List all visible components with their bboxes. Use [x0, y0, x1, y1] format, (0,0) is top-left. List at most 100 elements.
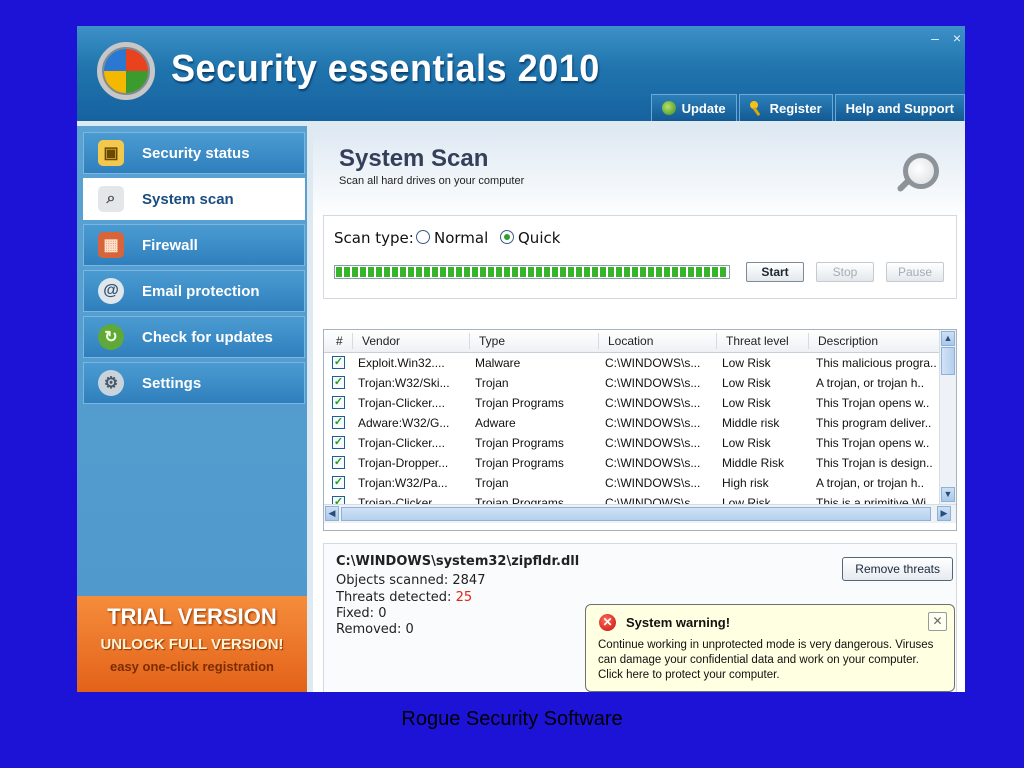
table-row[interactable]: ✓ Trojan-Clicker.... Trojan Programs C:\…: [324, 393, 940, 413]
type-cell: Trojan Programs: [475, 496, 564, 504]
security-logo-icon: [97, 42, 155, 100]
vertical-scrollbar[interactable]: ▲ ▼: [939, 330, 956, 504]
table-row[interactable]: ✓ Trojan-Dropper... Trojan Programs C:\W…: [324, 453, 940, 473]
horizontal-scroll-thumb[interactable]: [341, 507, 931, 521]
threat-level-cell: Middle Risk: [722, 456, 785, 470]
scroll-up-icon[interactable]: ▲: [941, 331, 955, 346]
table-row[interactable]: ✓ Trojan:W32/Pa... Trojan C:\WINDOWS\s..…: [324, 473, 940, 493]
scroll-right-icon[interactable]: ▶: [937, 506, 951, 521]
start-button[interactable]: Start: [746, 262, 804, 282]
type-cell: Trojan Programs: [475, 436, 564, 450]
sidebar-item-label: Firewall: [142, 236, 198, 254]
column-divider: [352, 333, 353, 349]
column-header-number[interactable]: #: [336, 334, 343, 348]
row-checkbox[interactable]: ✓: [332, 456, 345, 469]
fixed-count: Fixed: 0: [336, 606, 386, 621]
column-header-description[interactable]: Description: [818, 334, 878, 348]
trial-banner[interactable]: TRIAL VERSION UNLOCK FULL VERSION! easy …: [77, 596, 307, 692]
scroll-down-icon[interactable]: ▼: [941, 487, 955, 502]
radio-quick-label[interactable]: Quick: [518, 229, 560, 247]
magnifier-icon: [903, 153, 939, 189]
location-cell: C:\WINDOWS\s...: [605, 436, 701, 450]
scroll-thumb[interactable]: [941, 347, 955, 375]
close-button[interactable]: ×: [953, 30, 961, 46]
type-cell: Trojan: [475, 476, 509, 490]
removed-value: 0: [405, 622, 414, 637]
description-cell: A trojan, or trojan h..: [816, 376, 925, 390]
column-header-type[interactable]: Type: [479, 334, 505, 348]
key-icon: [749, 101, 764, 115]
sidebar-item-settings[interactable]: ⚙ Settings: [83, 362, 305, 404]
threat-level-cell: Low Risk: [722, 356, 771, 370]
register-tab[interactable]: Register: [738, 94, 833, 121]
sidebar-item-system-scan[interactable]: ⌕ System scan: [83, 178, 305, 220]
type-cell: Trojan: [475, 376, 509, 390]
row-checkbox[interactable]: ✓: [332, 416, 345, 429]
remove-threats-button[interactable]: Remove threats: [842, 557, 953, 581]
window-controls: – ×: [921, 30, 961, 46]
help-support-tab[interactable]: Help and Support: [834, 94, 965, 121]
radio-normal[interactable]: [416, 230, 430, 244]
gear-icon: ⚙: [98, 370, 124, 396]
description-cell: This Trojan opens w..: [816, 436, 930, 450]
scan-progress-bar: [334, 265, 730, 279]
radio-quick[interactable]: [500, 230, 514, 244]
row-checkbox[interactable]: ✓: [332, 356, 345, 369]
column-header-threat-level[interactable]: Threat level: [726, 334, 789, 348]
column-divider: [716, 333, 717, 349]
radio-normal-label[interactable]: Normal: [434, 229, 488, 247]
stop-button[interactable]: Stop: [816, 262, 874, 282]
vendor-cell: Trojan-Clicker....: [358, 496, 445, 504]
location-cell: C:\WINDOWS\s...: [605, 476, 701, 490]
update-icon: ↻: [98, 324, 124, 350]
row-checkbox[interactable]: ✓: [332, 396, 345, 409]
description-cell: This program deliver..: [816, 416, 932, 430]
vendor-cell: Trojan-Clicker....: [358, 436, 445, 450]
column-header-vendor[interactable]: Vendor: [362, 334, 400, 348]
close-icon[interactable]: ✕: [928, 612, 947, 631]
sidebar-item-firewall[interactable]: ▦ Firewall: [83, 224, 305, 266]
threat-level-cell: High risk: [722, 476, 769, 490]
table-row[interactable]: ✓ Trojan-Clicker.... Trojan Programs C:\…: [324, 433, 940, 453]
table-row[interactable]: ✓ Trojan:W32/Ski... Trojan C:\WINDOWS\s.…: [324, 373, 940, 393]
vendor-cell: Trojan:W32/Pa...: [358, 476, 448, 490]
description-cell: This Trojan is design..: [816, 456, 933, 470]
update-tab[interactable]: Update: [650, 94, 737, 121]
description-cell: This malicious progra..: [816, 356, 937, 370]
register-tab-label: Register: [769, 100, 822, 116]
column-header-location[interactable]: Location: [608, 334, 653, 348]
row-checkbox[interactable]: ✓: [332, 476, 345, 489]
threat-level-cell: Low Risk: [722, 436, 771, 450]
current-file-path: C:\WINDOWS\system32\zipfldr.dll: [336, 554, 580, 569]
row-checkbox[interactable]: ✓: [332, 496, 345, 504]
removed-label: Removed:: [336, 622, 406, 637]
update-icon: [661, 101, 676, 115]
row-checkbox[interactable]: ✓: [332, 436, 345, 449]
table-body: ✓ Exploit.Win32.... Malware C:\WINDOWS\s…: [324, 353, 940, 504]
pause-button[interactable]: Pause: [886, 262, 944, 282]
table-row[interactable]: ✓ Adware:W32/G... Adware C:\WINDOWS\s...…: [324, 413, 940, 433]
unlock-link[interactable]: UNLOCK FULL VERSION!: [77, 636, 307, 653]
threats-detected-label: Threats detected:: [336, 590, 456, 605]
warning-message[interactable]: Continue working in unprotected mode is …: [598, 638, 946, 683]
scroll-left-icon[interactable]: ◀: [325, 506, 339, 521]
sidebar-item-check-for-updates[interactable]: ↻ Check for updates: [83, 316, 305, 358]
error-icon: ✕: [599, 614, 616, 631]
fixed-label: Fixed:: [336, 606, 379, 621]
objects-scanned-label: Objects scanned:: [336, 573, 453, 588]
horizontal-scrollbar[interactable]: ◀ ▶: [324, 504, 956, 523]
objects-scanned-value: 2847: [452, 573, 486, 588]
table-row[interactable]: ✓ Exploit.Win32.... Malware C:\WINDOWS\s…: [324, 353, 940, 373]
sidebar-item-email-protection[interactable]: @ Email protection: [83, 270, 305, 312]
top-navigation: Update Register Help and Support: [650, 94, 965, 121]
column-divider: [808, 333, 809, 349]
column-divider: [469, 333, 470, 349]
table-row[interactable]: ✓ Trojan-Clicker.... Trojan Programs C:\…: [324, 493, 940, 504]
description-cell: A trojan, or trojan h..: [816, 476, 925, 490]
minimize-button[interactable]: –: [931, 30, 939, 46]
system-warning-popup[interactable]: ✕ System warning! ✕ Continue working in …: [585, 604, 955, 692]
sidebar-item-security-status[interactable]: ▣ Security status: [83, 132, 305, 174]
description-cell: This is a primitive Wi..: [816, 496, 933, 504]
row-checkbox[interactable]: ✓: [332, 376, 345, 389]
type-cell: Adware: [475, 416, 516, 430]
